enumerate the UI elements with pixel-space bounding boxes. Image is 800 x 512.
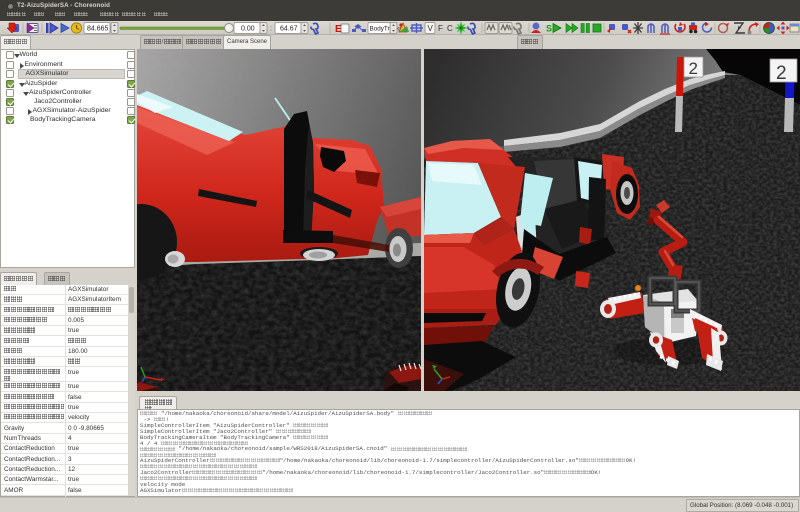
svg-text:S: S bbox=[546, 24, 552, 34]
svg-text:64.67: 64.67 bbox=[280, 26, 298, 33]
svg-text:F: F bbox=[438, 24, 443, 33]
svg-text:2: 2 bbox=[689, 59, 698, 78]
svg-text:C: C bbox=[447, 24, 453, 33]
svg-text:2: 2 bbox=[776, 63, 787, 84]
svg-text:V: V bbox=[428, 24, 434, 33]
svg-text:0.00: 0.00 bbox=[241, 26, 255, 33]
svg-text::: : bbox=[270, 26, 272, 33]
svg-text:E: E bbox=[335, 24, 342, 35]
svg-text:84.665: 84.665 bbox=[87, 26, 109, 33]
